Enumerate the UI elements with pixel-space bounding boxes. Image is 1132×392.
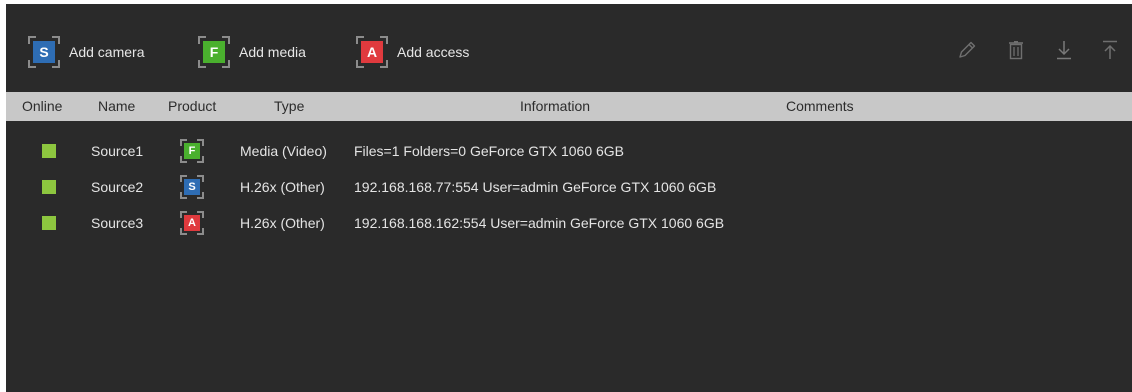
toolbar: S Add camera F Add media A Add access: [6, 4, 1132, 92]
column-product[interactable]: Product: [168, 92, 216, 121]
online-status-indicator: [42, 216, 56, 230]
column-online[interactable]: Online: [22, 92, 62, 121]
source-name: Source3: [91, 215, 144, 231]
table-row[interactable]: Source2 S H.26x (Other) 192.168.168.77:5…: [6, 169, 1132, 205]
column-comments[interactable]: Comments: [786, 92, 854, 121]
pencil-icon[interactable]: [955, 38, 979, 62]
table-row[interactable]: Source1 F Media (Video) Files=1 Folders=…: [6, 133, 1132, 169]
source-type: H.26x (Other): [240, 179, 325, 195]
media-badge-icon: F: [198, 36, 230, 68]
column-type[interactable]: Type: [274, 92, 304, 121]
download-icon[interactable]: [1052, 38, 1076, 62]
trash-icon[interactable]: [1004, 38, 1028, 62]
source-manager-panel: S Add camera F Add media A Add access On…: [6, 4, 1132, 392]
upload-icon[interactable]: [1098, 38, 1122, 62]
add-media-button[interactable]: F Add media: [198, 34, 306, 70]
access-product-icon: A: [180, 211, 204, 235]
source-type: Media (Video): [240, 143, 327, 159]
add-access-label: Add access: [397, 44, 470, 60]
source-type: H.26x (Other): [240, 215, 325, 231]
column-information[interactable]: Information: [520, 92, 590, 121]
table-header: Online Name Product Type Information Com…: [6, 92, 1132, 121]
add-camera-button[interactable]: S Add camera: [28, 34, 144, 70]
source-name: Source2: [91, 179, 144, 195]
add-camera-label: Add camera: [69, 44, 145, 60]
add-access-button[interactable]: A Add access: [356, 34, 469, 70]
media-product-icon: F: [180, 139, 204, 163]
access-badge-icon: A: [356, 36, 388, 68]
camera-product-icon: S: [180, 175, 204, 199]
column-name[interactable]: Name: [98, 92, 135, 121]
table-row[interactable]: Source3 A H.26x (Other) 192.168.168.162:…: [6, 205, 1132, 241]
add-media-label: Add media: [239, 44, 306, 60]
source-information: Files=1 Folders=0 GeForce GTX 1060 6GB: [354, 143, 625, 159]
online-status-indicator: [42, 144, 56, 158]
camera-badge-icon: S: [28, 36, 60, 68]
source-information: 192.168.168.77:554 User=admin GeForce GT…: [354, 179, 717, 195]
online-status-indicator: [42, 180, 56, 194]
source-name: Source1: [91, 143, 144, 159]
source-information: 192.168.168.162:554 User=admin GeForce G…: [354, 215, 725, 231]
